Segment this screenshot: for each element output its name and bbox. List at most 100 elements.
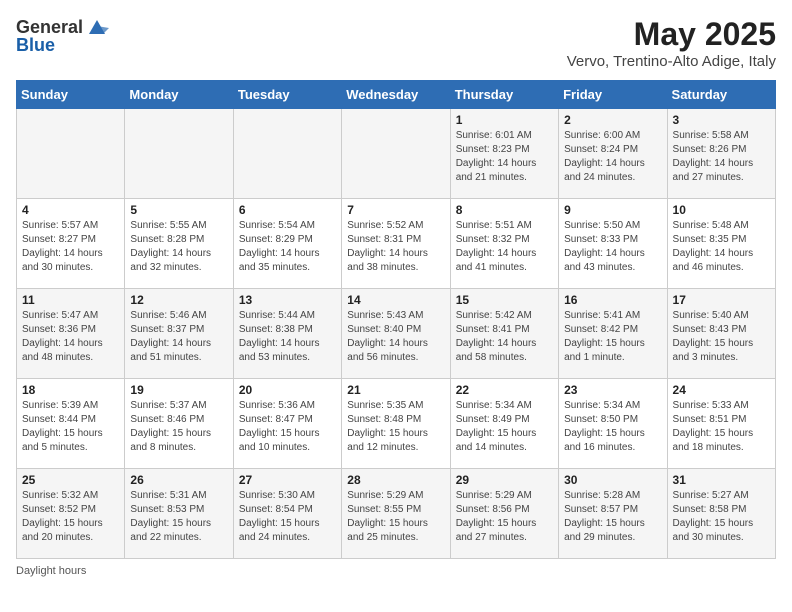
day-number: 20 [239,383,336,397]
day-info: Sunrise: 5:35 AM Sunset: 8:48 PM Dayligh… [347,399,444,455]
day-info: Sunrise: 5:33 AM Sunset: 8:51 PM Dayligh… [673,399,770,455]
day-number: 6 [239,203,336,217]
calendar-cell: 20 Sunrise: 5:36 AM Sunset: 8:47 PM Dayli… [233,379,341,469]
header-day-monday: Monday [125,81,233,109]
header-day-sunday: Sunday [17,81,125,109]
day-number: 15 [456,293,553,307]
day-info: Sunrise: 6:01 AM Sunset: 8:23 PM Dayligh… [456,129,553,185]
calendar-header: SundayMondayTuesdayWednesdayThursdayFrid… [17,81,776,109]
header-day-saturday: Saturday [667,81,775,109]
title-area: May 2025 Vervo, Trentino-Alto Adige, Ita… [567,16,776,70]
day-info: Sunrise: 5:42 AM Sunset: 8:41 PM Dayligh… [456,309,553,365]
day-number: 3 [673,113,770,127]
footer-note: Daylight hours [16,565,776,577]
day-info: Sunrise: 5:41 AM Sunset: 8:42 PM Dayligh… [564,309,661,365]
calendar-cell: 28 Sunrise: 5:29 AM Sunset: 8:55 PM Dayli… [342,469,450,559]
day-info: Sunrise: 5:57 AM Sunset: 8:27 PM Dayligh… [22,219,119,275]
page-header: General Blue May 2025 Vervo, Trentino-Al… [16,16,776,70]
day-number: 22 [456,383,553,397]
day-number: 2 [564,113,661,127]
day-number: 17 [673,293,770,307]
header-day-friday: Friday [559,81,667,109]
day-info: Sunrise: 5:46 AM Sunset: 8:37 PM Dayligh… [130,309,227,365]
day-number: 26 [130,473,227,487]
day-info: Sunrise: 5:40 AM Sunset: 8:43 PM Dayligh… [673,309,770,365]
header-day-thursday: Thursday [450,81,558,109]
calendar-cell: 24 Sunrise: 5:33 AM Sunset: 8:51 PM Dayli… [667,379,775,469]
calendar-cell: 3 Sunrise: 5:58 AM Sunset: 8:26 PM Daylig… [667,109,775,199]
calendar-cell: 11 Sunrise: 5:47 AM Sunset: 8:36 PM Dayli… [17,289,125,379]
day-info: Sunrise: 5:43 AM Sunset: 8:40 PM Dayligh… [347,309,444,365]
week-row-5: 25Sunrise: 5:32 AM Sunset: 8:52 PM Dayli… [17,469,776,559]
calendar-cell: 1 Sunrise: 6:01 AM Sunset: 8:23 PM Daylig… [450,109,558,199]
day-number: 4 [22,203,119,217]
calendar-cell: 4 Sunrise: 5:57 AM Sunset: 8:27 PM Daylig… [17,199,125,289]
day-info: Sunrise: 5:32 AM Sunset: 8:52 PM Dayligh… [22,489,119,545]
day-number: 12 [130,293,227,307]
day-info: Sunrise: 5:37 AM Sunset: 8:46 PM Dayligh… [130,399,227,455]
day-number: 24 [673,383,770,397]
day-info: Sunrise: 5:54 AM Sunset: 8:29 PM Dayligh… [239,219,336,275]
calendar-cell [17,109,125,199]
calendar-cell: 18Sunrise: 5:39 AM Sunset: 8:44 PM Dayli… [17,379,125,469]
calendar-cell: 17 Sunrise: 5:40 AM Sunset: 8:43 PM Dayli… [667,289,775,379]
day-info: Sunrise: 5:55 AM Sunset: 8:28 PM Dayligh… [130,219,227,275]
day-number: 11 [22,293,119,307]
calendar-cell [125,109,233,199]
calendar-cell: 6 Sunrise: 5:54 AM Sunset: 8:29 PM Daylig… [233,199,341,289]
calendar-table: SundayMondayTuesdayWednesdayThursdayFrid… [16,80,776,559]
day-number: 14 [347,293,444,307]
day-number: 5 [130,203,227,217]
day-number: 16 [564,293,661,307]
calendar-cell: 14 Sunrise: 5:43 AM Sunset: 8:40 PM Dayli… [342,289,450,379]
calendar-cell: 23 Sunrise: 5:34 AM Sunset: 8:50 PM Dayli… [559,379,667,469]
day-info: Sunrise: 5:28 AM Sunset: 8:57 PM Dayligh… [564,489,661,545]
day-info: Sunrise: 5:51 AM Sunset: 8:32 PM Dayligh… [456,219,553,275]
day-number: 19 [130,383,227,397]
day-number: 28 [347,473,444,487]
week-row-3: 11 Sunrise: 5:47 AM Sunset: 8:36 PM Dayli… [17,289,776,379]
calendar-cell: 12 Sunrise: 5:46 AM Sunset: 8:37 PM Dayli… [125,289,233,379]
calendar-cell [342,109,450,199]
day-info: Sunrise: 5:52 AM Sunset: 8:31 PM Dayligh… [347,219,444,275]
calendar-cell: 21Sunrise: 5:35 AM Sunset: 8:48 PM Dayli… [342,379,450,469]
week-row-2: 4 Sunrise: 5:57 AM Sunset: 8:27 PM Daylig… [17,199,776,289]
day-info: Sunrise: 5:29 AM Sunset: 8:56 PM Dayligh… [456,489,553,545]
calendar-cell: 9Sunrise: 5:50 AM Sunset: 8:33 PM Daylig… [559,199,667,289]
day-number: 9 [564,203,661,217]
calendar-cell: 2 Sunrise: 6:00 AM Sunset: 8:24 PM Daylig… [559,109,667,199]
calendar-cell: 5 Sunrise: 5:55 AM Sunset: 8:28 PM Daylig… [125,199,233,289]
calendar-cell: 27 Sunrise: 5:30 AM Sunset: 8:54 PM Dayli… [233,469,341,559]
calendar-cell: 15 Sunrise: 5:42 AM Sunset: 8:41 PM Dayli… [450,289,558,379]
day-number: 10 [673,203,770,217]
calendar-cell: 7Sunrise: 5:52 AM Sunset: 8:31 PM Daylig… [342,199,450,289]
location-subtitle: Vervo, Trentino-Alto Adige, Italy [567,53,776,70]
day-number: 30 [564,473,661,487]
calendar-cell: 22 Sunrise: 5:34 AM Sunset: 8:49 PM Dayli… [450,379,558,469]
day-info: Sunrise: 5:30 AM Sunset: 8:54 PM Dayligh… [239,489,336,545]
header-day-tuesday: Tuesday [233,81,341,109]
day-number: 27 [239,473,336,487]
calendar-body: 1 Sunrise: 6:01 AM Sunset: 8:23 PM Daylig… [17,109,776,559]
day-info: Sunrise: 6:00 AM Sunset: 8:24 PM Dayligh… [564,129,661,185]
day-info: Sunrise: 5:29 AM Sunset: 8:55 PM Dayligh… [347,489,444,545]
day-info: Sunrise: 5:36 AM Sunset: 8:47 PM Dayligh… [239,399,336,455]
day-number: 29 [456,473,553,487]
day-info: Sunrise: 5:31 AM Sunset: 8:53 PM Dayligh… [130,489,227,545]
day-number: 23 [564,383,661,397]
header-day-wednesday: Wednesday [342,81,450,109]
day-info: Sunrise: 5:34 AM Sunset: 8:49 PM Dayligh… [456,399,553,455]
day-number: 1 [456,113,553,127]
day-info: Sunrise: 5:27 AM Sunset: 8:58 PM Dayligh… [673,489,770,545]
logo-icon [85,16,109,40]
day-number: 13 [239,293,336,307]
day-number: 8 [456,203,553,217]
calendar-cell: 31 Sunrise: 5:27 AM Sunset: 8:58 PM Dayli… [667,469,775,559]
day-info: Sunrise: 5:47 AM Sunset: 8:36 PM Dayligh… [22,309,119,365]
day-info: Sunrise: 5:34 AM Sunset: 8:50 PM Dayligh… [564,399,661,455]
calendar-cell: 25Sunrise: 5:32 AM Sunset: 8:52 PM Dayli… [17,469,125,559]
day-info: Sunrise: 5:58 AM Sunset: 8:26 PM Dayligh… [673,129,770,185]
calendar-cell: 13Sunrise: 5:44 AM Sunset: 8:38 PM Dayli… [233,289,341,379]
header-row: SundayMondayTuesdayWednesdayThursdayFrid… [17,81,776,109]
day-number: 31 [673,473,770,487]
